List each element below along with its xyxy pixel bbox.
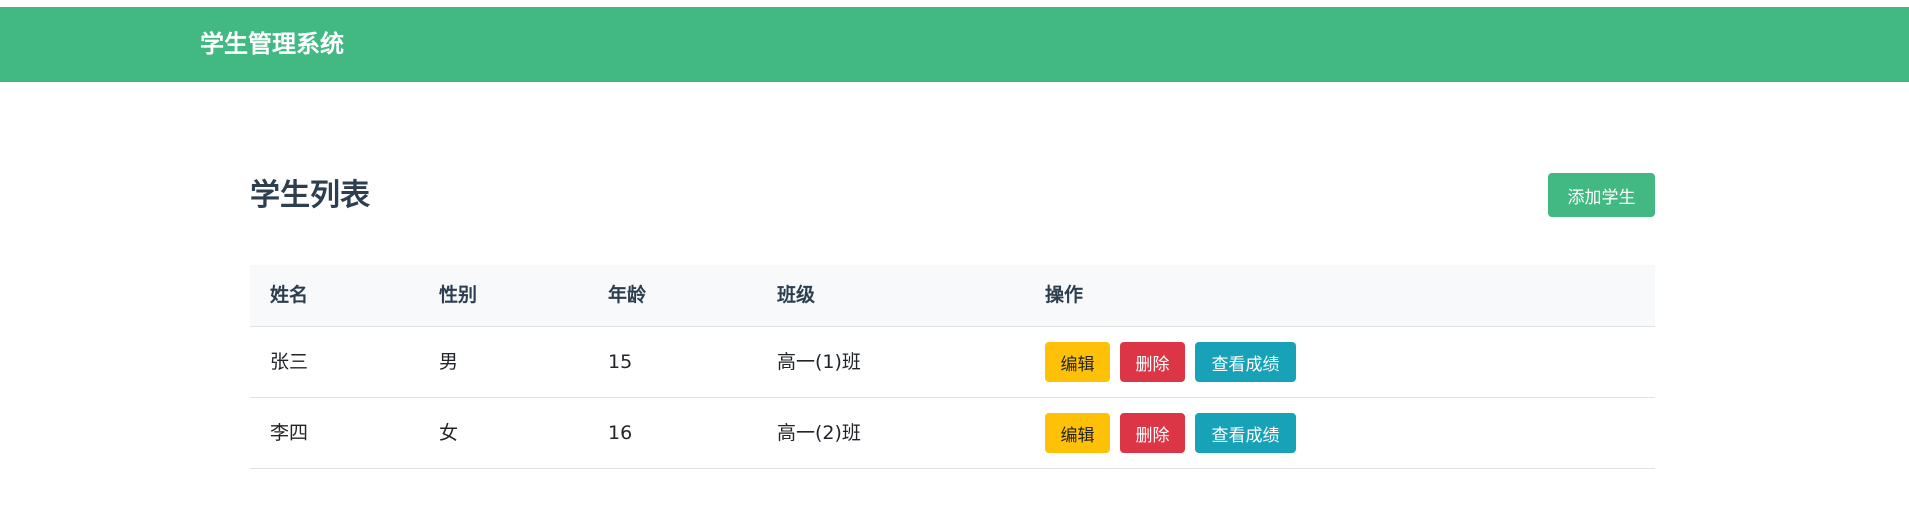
student-class: 高一(2)班 <box>777 422 861 444</box>
student-name: 张三 <box>270 351 309 373</box>
table-row: 张三 男 15 高一(1)班 编辑 删除 查看成绩 <box>250 327 1655 398</box>
delete-button[interactable]: 删除 <box>1120 413 1185 453</box>
view-grades-button[interactable]: 查看成绩 <box>1195 413 1296 453</box>
add-student-button[interactable]: 添加学生 <box>1548 173 1655 217</box>
table-row: 李四 女 16 高一(2)班 编辑 删除 查看成绩 <box>250 398 1655 469</box>
header-gender: 性别 <box>439 284 478 306</box>
student-gender: 女 <box>439 422 459 444</box>
table-header: 姓名 性别 年龄 班级 操作 <box>250 265 1655 327</box>
header-class: 班级 <box>777 284 816 306</box>
student-name: 李四 <box>270 422 309 444</box>
header-name: 姓名 <box>270 284 309 306</box>
edit-button[interactable]: 编辑 <box>1045 342 1110 382</box>
app-brand[interactable]: 学生管理系统 <box>200 7 344 82</box>
header-age: 年龄 <box>608 284 647 306</box>
edit-button[interactable]: 编辑 <box>1045 413 1110 453</box>
view-grades-button[interactable]: 查看成绩 <box>1195 342 1296 382</box>
student-class: 高一(1)班 <box>777 351 861 373</box>
header-actions: 操作 <box>1045 284 1084 306</box>
students-table: 姓名 性别 年龄 班级 操作 张三 男 15 高一(1)班 编辑 删除 查看成绩… <box>250 265 1655 469</box>
student-age: 15 <box>608 351 633 373</box>
delete-button[interactable]: 删除 <box>1120 342 1185 382</box>
student-age: 16 <box>608 422 633 444</box>
student-gender: 男 <box>439 351 459 373</box>
top-navbar: 学生管理系统 <box>0 7 1909 82</box>
page-title: 学生列表 <box>250 178 370 213</box>
